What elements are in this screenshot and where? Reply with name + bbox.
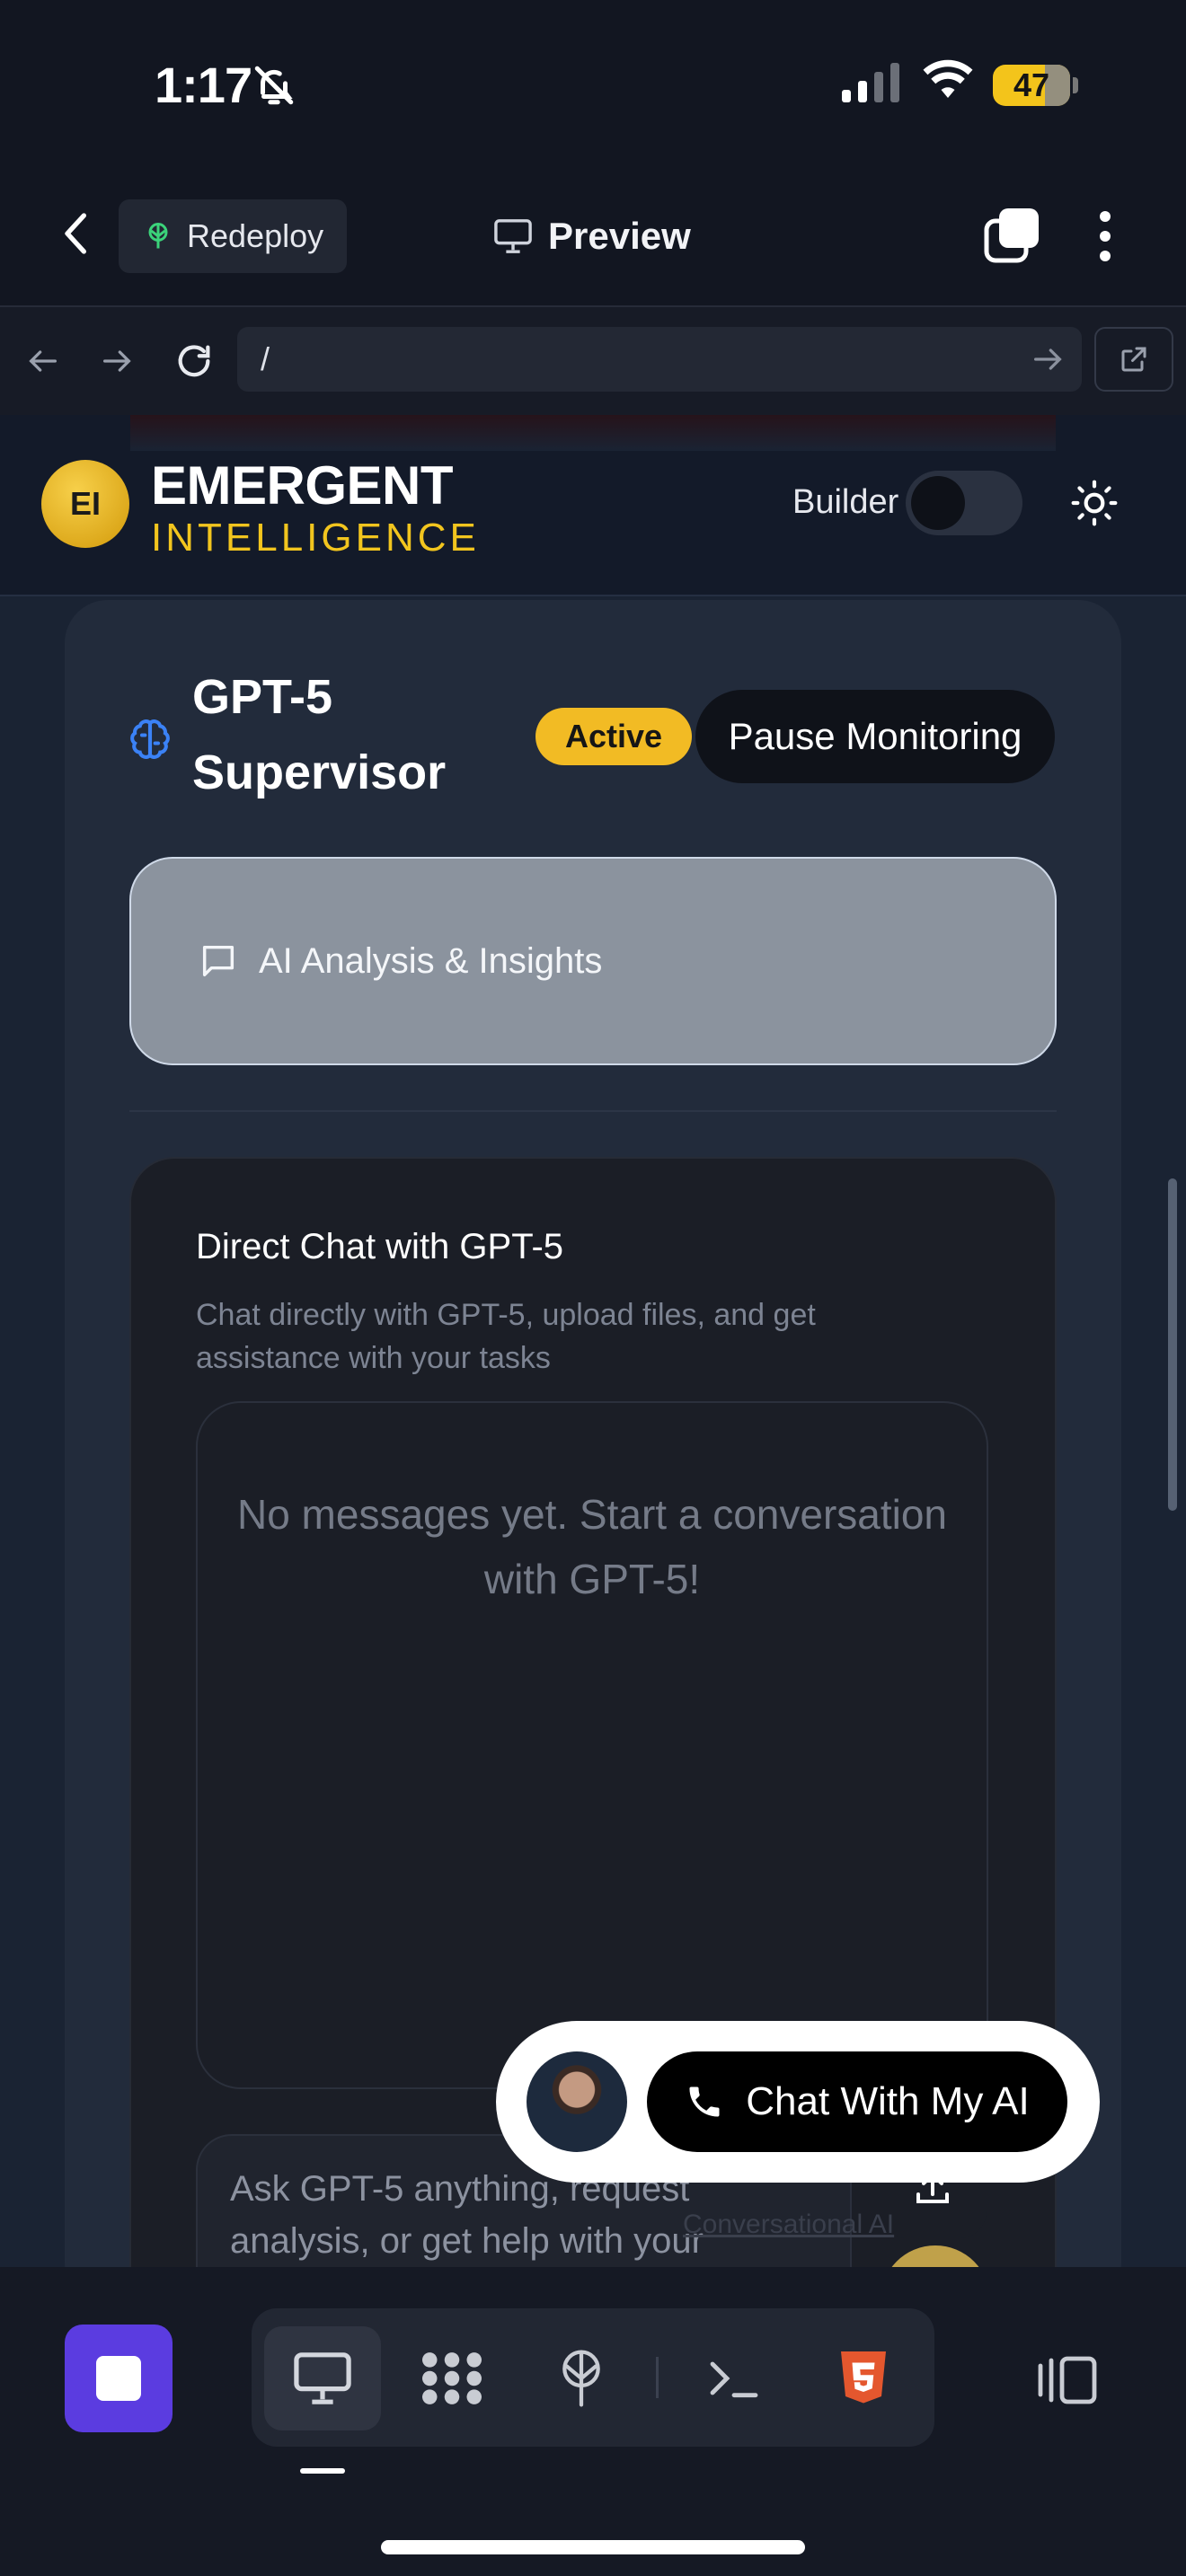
brain-icon <box>126 715 174 768</box>
open-external-icon[interactable] <box>1094 327 1173 392</box>
card-title: GPT-5 Supervisor <box>192 659 462 810</box>
avatar[interactable] <box>527 2051 627 2152</box>
battery-nub <box>1073 77 1078 93</box>
status-badge: Active <box>535 708 692 765</box>
tool-html[interactable] <box>805 2326 922 2430</box>
deploy-tree-icon <box>148 223 168 249</box>
banner-strip <box>130 415 1056 451</box>
toggle-knob <box>911 476 965 530</box>
tool-separator <box>656 2357 659 2398</box>
reload-icon[interactable] <box>167 334 221 388</box>
status-time: 1:17 <box>155 57 252 113</box>
page-scrollbar[interactable] <box>1168 1178 1177 1511</box>
chat-title: Direct Chat with GPT-5 <box>196 1227 564 1266</box>
logo-badge: EI <box>41 460 129 548</box>
sun-icon[interactable] <box>1069 478 1120 528</box>
powered-by-link[interactable]: Conversational AI <box>683 2210 894 2240</box>
card-title-line1: GPT-5 <box>192 670 333 724</box>
chat-with-my-ai-label: Chat With My AI <box>746 2079 1030 2123</box>
panel-toggle-icon[interactable] <box>1031 2344 1103 2416</box>
redeploy-label: Redeploy <box>187 217 324 254</box>
chevron-left-icon <box>65 213 86 254</box>
phone-icon <box>689 2086 720 2117</box>
back-button[interactable] <box>54 207 99 260</box>
chat-with-my-ai-button[interactable]: Chat With My AI <box>647 2051 1067 2152</box>
preview-tab[interactable]: Preview <box>492 205 691 268</box>
brand-name: EMERGENT <box>151 455 454 516</box>
copy-icon[interactable] <box>981 205 1044 268</box>
tool-code-graph[interactable] <box>394 2326 510 2430</box>
preview-label: Preview <box>548 215 691 257</box>
deploy-tree-icon <box>562 2350 600 2407</box>
wifi-icon <box>921 57 975 107</box>
chat-description: Chat directly with GPT-5, upload files, … <box>196 1298 816 1375</box>
cellular-signal-icon <box>840 61 903 110</box>
card-title-line2: Supervisor <box>192 745 447 799</box>
brand-subtitle: INTELLIGENCE <box>151 516 480 560</box>
nodes-icon <box>422 2352 482 2404</box>
divider <box>129 1110 1057 1112</box>
browser-forward-icon[interactable] <box>90 334 144 388</box>
message-square-icon <box>202 945 235 977</box>
monitor-icon <box>294 2352 351 2404</box>
monitor-icon <box>494 219 532 253</box>
tool-deploy[interactable] <box>523 2326 640 2430</box>
stop-icon <box>96 2356 141 2401</box>
redeploy-button[interactable]: Redeploy <box>119 199 347 273</box>
url-input[interactable]: / <box>237 327 1082 392</box>
empty-state-message: No messages yet. Start a conversation wi… <box>236 1491 948 1602</box>
home-indicator <box>381 2540 805 2554</box>
tool-terminal[interactable] <box>676 2326 792 2430</box>
more-options-icon[interactable] <box>1083 205 1128 268</box>
pause-monitoring-button[interactable]: Pause Monitoring <box>695 690 1055 783</box>
battery-level: 47 <box>1013 66 1050 103</box>
active-tool-indicator <box>300 2468 345 2474</box>
browser-back-icon[interactable] <box>16 334 70 388</box>
stop-button[interactable] <box>65 2325 173 2432</box>
tab-ai-analysis[interactable]: AI Analysis & Insights <box>129 857 1057 1065</box>
html5-icon <box>841 2351 886 2404</box>
url-go-icon[interactable] <box>1030 341 1066 382</box>
tab-ai-analysis-label: AI Analysis & Insights <box>259 940 603 981</box>
terminal-icon <box>710 2361 758 2398</box>
tool-preview[interactable] <box>264 2326 381 2430</box>
bell-muted-icon <box>252 63 296 112</box>
builder-label: Builder <box>792 483 899 521</box>
